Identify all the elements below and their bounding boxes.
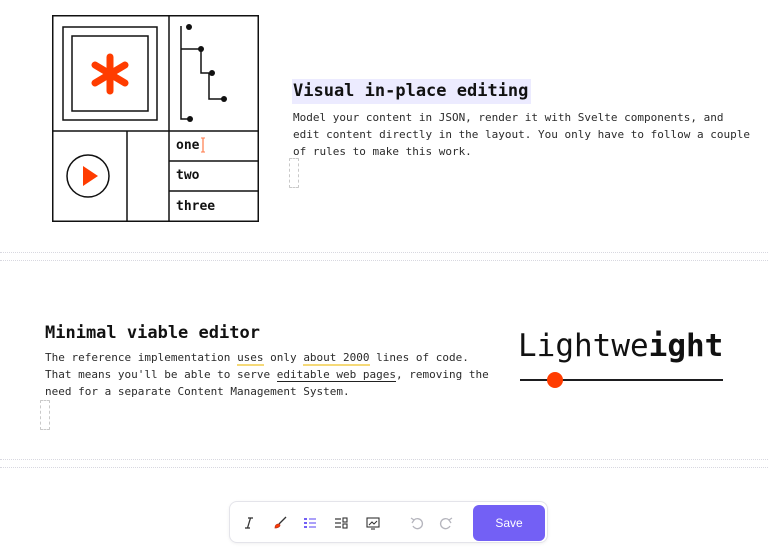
section-divider [0,467,768,468]
asterisk-icon [91,53,129,95]
section2-empty-block[interactable] [40,400,50,430]
list-button[interactable] [298,511,322,535]
play-icon [66,154,110,198]
list-icon [304,518,316,528]
lightweight-bold-part: ight [648,328,724,364]
insert-block-button[interactable] [329,511,353,535]
undo-button[interactable] [405,511,429,535]
editor-toolbar: Save [229,501,548,543]
list-item-one[interactable]: one [176,138,256,154]
redo-icon [440,517,453,530]
highlight-uses: uses [237,351,264,366]
body-text: only [263,351,304,364]
editable-web-pages-link[interactable]: editable web pages [276,368,397,382]
redo-button[interactable] [434,511,458,535]
body-text: The reference implementation [45,351,238,364]
section1-heading[interactable]: Visual in-place editing [292,79,532,104]
save-button[interactable]: Save [473,505,545,541]
brush-icon [274,516,287,529]
undo-icon [410,517,423,530]
italic-icon [245,517,253,529]
lightweight-thin-part: Lightwe [518,328,649,364]
tree-icon [180,26,223,120]
section2-body[interactable]: The reference implementation uses only a… [45,349,495,400]
text-cursor-icon [201,137,205,153]
highlight-lines: about 2000 [303,351,370,366]
section2-heading[interactable]: Minimal viable editor [45,322,260,344]
section-divider [0,260,768,261]
section1-body[interactable]: Model your content in JSON, render it wi… [293,109,753,160]
image-button[interactable] [361,511,385,535]
font-weight-slider[interactable] [520,372,723,388]
hero-illustration: one two three [52,15,259,222]
slider-thumb[interactable] [546,372,563,388]
illustration-graphic [52,15,259,222]
italic-button[interactable] [237,511,261,535]
section1-empty-block[interactable] [289,158,299,188]
insert-icon [335,517,348,529]
lightweight-word: Lightweight [518,326,723,366]
section-divider [0,252,768,253]
brush-button[interactable] [268,511,292,535]
section-divider [0,459,768,460]
list-item-two[interactable]: two [176,168,256,184]
list-item-three[interactable]: three [176,199,256,215]
image-icon [366,517,380,530]
